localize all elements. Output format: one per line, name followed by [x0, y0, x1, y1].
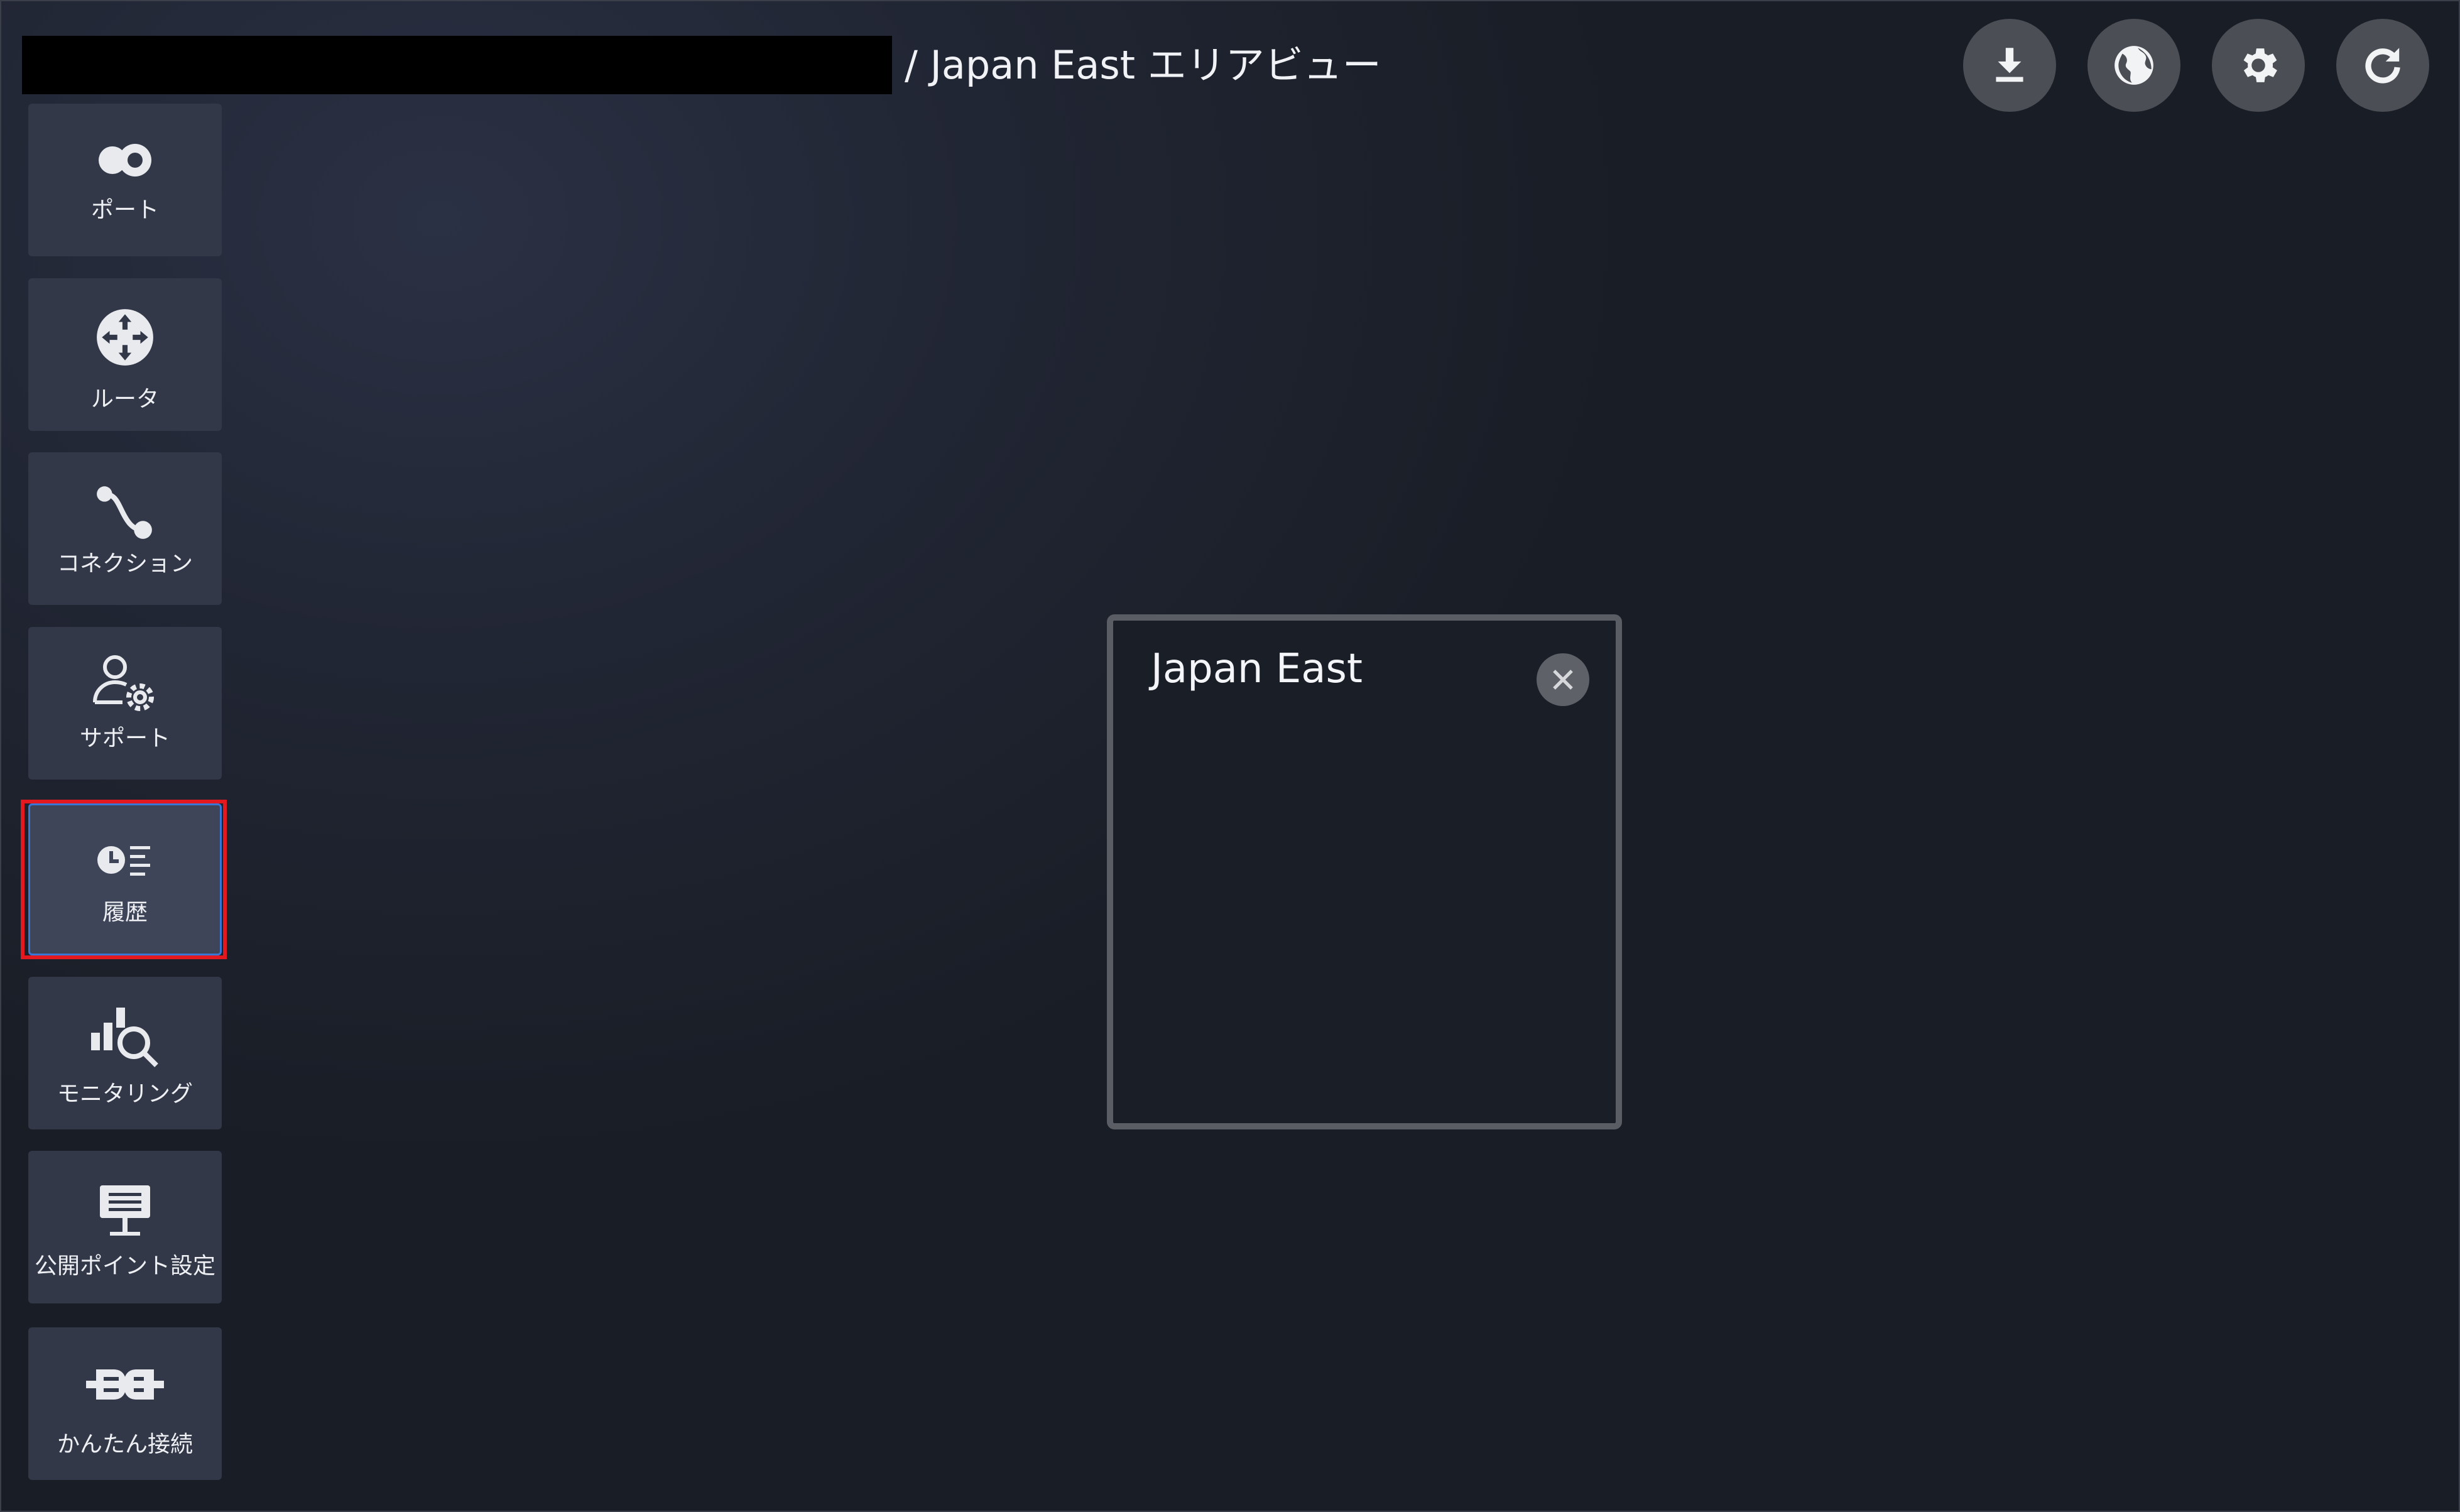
port-toggle-icon: [99, 144, 151, 177]
router-icon: [97, 309, 153, 366]
refresh-icon: [2365, 48, 2400, 84]
connection-icon: [97, 486, 152, 539]
sidebar-item-monitoring[interactable]: モニタリング: [28, 977, 222, 1129]
sidebar-item-label: かんたん接続: [57, 1432, 193, 1457]
monitoring-chart-search-icon: [91, 1008, 158, 1067]
popup-close-button[interactable]: [1537, 653, 1589, 706]
history-clock-list-icon: [97, 846, 150, 876]
area-popup: Japan East: [1107, 614, 1622, 1129]
download-button[interactable]: [1963, 19, 2056, 112]
popup-title: Japan East: [1151, 646, 1363, 692]
sidebar-item-easy-connect[interactable]: かんたん接続: [28, 1327, 222, 1480]
easy-connect-plug-icon: [86, 1369, 164, 1400]
sidebar-item-label: ポート: [90, 197, 159, 223]
sidebar-item-history[interactable]: 履歴: [28, 803, 222, 955]
refresh-button[interactable]: [2336, 19, 2429, 112]
globe-button[interactable]: [2087, 19, 2180, 112]
sidebar-item-label: ルータ: [90, 386, 159, 412]
sidebar-item-label: 履歴: [102, 900, 148, 925]
public-point-board-icon: [100, 1185, 150, 1236]
sidebar-item-port[interactable]: ポート: [28, 104, 222, 256]
sidebar-item-connection[interactable]: コネクション: [28, 452, 222, 605]
globe-icon: [2114, 46, 2153, 85]
sidebar-item-label: サポート: [79, 726, 170, 751]
sidebar-item-label: 公開ポイント設定: [34, 1253, 215, 1279]
close-icon: [1553, 670, 1573, 690]
gear-icon: [2243, 48, 2277, 82]
sidebar-item-router[interactable]: ルータ: [28, 278, 222, 431]
sidebar-item-support[interactable]: サポート: [28, 627, 222, 780]
download-icon: [1996, 48, 2023, 82]
sidebar-item-label: コネクション: [57, 551, 193, 577]
support-user-gear-icon: [93, 655, 154, 711]
sidebar-item-label: モニタリング: [57, 1081, 193, 1107]
settings-button[interactable]: [2212, 19, 2305, 112]
redacted-title: [22, 36, 892, 94]
sidebar-item-public-point[interactable]: 公開ポイント設定: [28, 1151, 222, 1303]
page-breadcrumb: / Japan East エリアビュー: [905, 42, 1381, 88]
